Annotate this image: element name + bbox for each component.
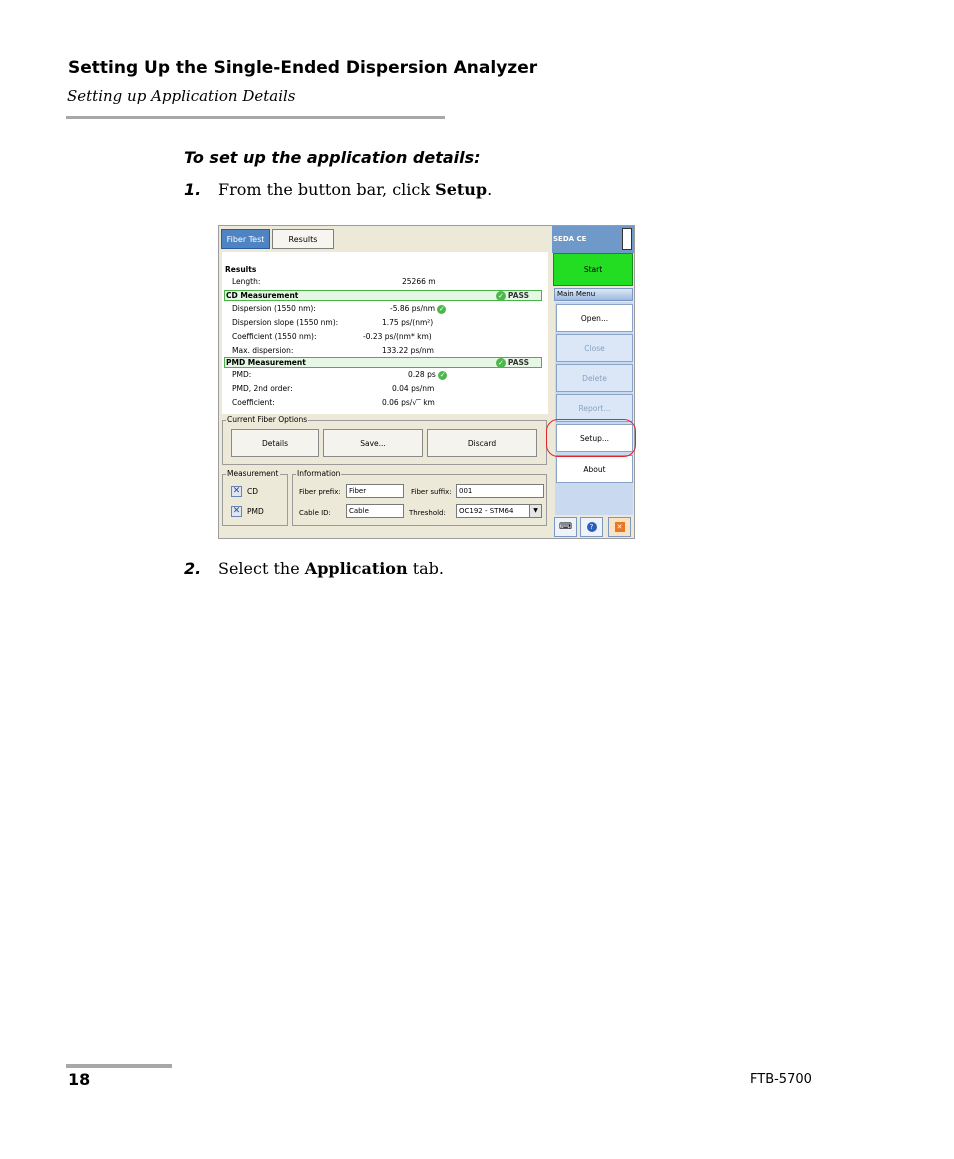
step-text: Select the bbox=[218, 559, 305, 578]
threshold-select[interactable]: OC192 - STM64 ▼ bbox=[456, 504, 542, 518]
delete-button[interactable]: Delete bbox=[556, 364, 633, 392]
step-text-end: . bbox=[487, 180, 493, 199]
about-button[interactable]: About bbox=[556, 455, 633, 483]
pmd-row-label: PMD, 2nd order: bbox=[232, 384, 293, 393]
exit-icon[interactable]: ✕ bbox=[608, 517, 631, 537]
footer-rule bbox=[66, 1064, 172, 1068]
length-value: 25266 m bbox=[402, 277, 436, 286]
pmd-row-value-text: 0.28 ps bbox=[408, 370, 436, 379]
check-icon: ✓ bbox=[437, 304, 447, 314]
product-model: FTB-5700 bbox=[750, 1072, 812, 1087]
tab-fiber-test[interactable]: Fiber Test bbox=[221, 229, 270, 249]
threshold-label: Threshold: bbox=[409, 509, 446, 517]
cd-row-value: 133.22 ps/nm bbox=[382, 346, 434, 355]
fiber-suffix-label: Fiber suffix: bbox=[411, 488, 452, 496]
pmd-row-label: Coefficient: bbox=[232, 398, 275, 407]
pmd-row-value: 0.28 ps ✓ bbox=[408, 370, 449, 380]
cable-id-input[interactable]: Cable bbox=[346, 504, 404, 518]
pmd-row-value: 0.04 ps/nm bbox=[392, 384, 435, 393]
start-button[interactable]: Start bbox=[553, 253, 633, 286]
step-number: 2. bbox=[184, 559, 202, 578]
step-bold: Application bbox=[304, 559, 408, 578]
details-button[interactable]: Details bbox=[231, 429, 319, 457]
step-2: 2. bbox=[184, 559, 201, 578]
cd-checkbox-label: CD bbox=[247, 487, 259, 496]
cd-row-value: -0.23 ps/(nm* km) bbox=[363, 332, 432, 341]
chevron-down-icon[interactable]: ▼ bbox=[529, 505, 541, 517]
step-1: 1. bbox=[184, 180, 201, 199]
results-title: Results bbox=[225, 265, 257, 274]
pmd-checkbox-label: PMD bbox=[247, 507, 264, 516]
cd-checkbox[interactable]: ✕ bbox=[231, 486, 242, 497]
information-group: Information Fiber prefix: Fiber Fiber su… bbox=[292, 469, 547, 526]
pmd-measurement-bar: PMD Measurement ✓ PASS bbox=[224, 357, 542, 368]
information-label: Information bbox=[296, 469, 342, 478]
check-icon: ✓ bbox=[438, 370, 448, 380]
main-menu-header: Main Menu bbox=[554, 288, 633, 301]
pmd-row-label: PMD: bbox=[232, 370, 252, 379]
cd-row-label: Dispersion (1550 nm): bbox=[232, 304, 316, 313]
measurement-group: Measurement ✕ CD ✕ PMD bbox=[222, 469, 288, 526]
pmd-title: PMD Measurement bbox=[226, 358, 306, 367]
fiber-prefix-label: Fiber prefix: bbox=[299, 488, 341, 496]
app-header: SEDA CE bbox=[552, 226, 634, 253]
cd-row-value: -5.86 ps/nm ✓ bbox=[390, 304, 448, 314]
threshold-value: OC192 - STM64 bbox=[459, 507, 514, 515]
length-label: Length: bbox=[232, 277, 261, 286]
cable-id-label: Cable ID: bbox=[299, 509, 331, 517]
pmd-status: ✓ PASS bbox=[495, 358, 529, 368]
pmd-checkbox[interactable]: ✕ bbox=[231, 506, 242, 517]
check-icon: ✓ bbox=[495, 291, 506, 301]
save-button[interactable]: Save... bbox=[323, 429, 423, 457]
setup-highlight-ring bbox=[546, 419, 636, 457]
procedure-heading: To set up the application details: bbox=[184, 148, 481, 167]
cd-row-label: Coefficient (1550 nm): bbox=[232, 332, 317, 341]
fiber-prefix-input[interactable]: Fiber bbox=[346, 484, 404, 498]
pmd-status-text: PASS bbox=[507, 358, 529, 367]
step-text: From the button bar, click bbox=[218, 180, 436, 199]
device-icon bbox=[622, 228, 632, 250]
pmd-row-value: 0.06 ps/√‾ km bbox=[382, 398, 435, 407]
section-title: Setting Up the Single-Ended Dispersion A… bbox=[68, 58, 538, 78]
cd-title: CD Measurement bbox=[226, 291, 299, 300]
measurement-label: Measurement bbox=[226, 469, 280, 478]
step-1-text: From the button bar, click Setup. bbox=[218, 180, 492, 199]
fiber-options-group: Current Fiber Options Details Save... Di… bbox=[222, 415, 547, 465]
step-bold: Setup bbox=[435, 180, 488, 199]
app-name: SEDA CE bbox=[553, 235, 587, 243]
app-screenshot: Fiber Test Results Results Length: 25266… bbox=[218, 225, 636, 539]
keyboard-icon[interactable]: ⌨ bbox=[554, 517, 577, 537]
results-pane: Results Length: 25266 m CD Measurement ✓… bbox=[222, 252, 548, 414]
step-text-end: tab. bbox=[407, 559, 444, 578]
step-number: 1. bbox=[184, 180, 202, 199]
step-2-text: Select the Application tab. bbox=[218, 559, 444, 578]
cd-status: ✓ PASS bbox=[495, 291, 529, 301]
fiber-options-label: Current Fiber Options bbox=[226, 415, 309, 424]
fiber-suffix-input[interactable]: 001 bbox=[456, 484, 544, 498]
section-subtitle: Setting up Application Details bbox=[67, 87, 296, 105]
cd-row-value-text: -5.86 ps/nm bbox=[390, 304, 436, 313]
cd-measurement-bar: CD Measurement ✓ PASS bbox=[224, 290, 542, 301]
close-button[interactable]: Close bbox=[556, 334, 633, 362]
discard-button[interactable]: Discard bbox=[427, 429, 537, 457]
tab-results[interactable]: Results bbox=[272, 229, 334, 249]
cd-row-value: 1.75 ps/(nm²) bbox=[382, 318, 434, 327]
open-button[interactable]: Open... bbox=[556, 304, 633, 332]
page-number: 18 bbox=[68, 1070, 91, 1089]
cd-row-label: Dispersion slope (1550 nm): bbox=[232, 318, 339, 327]
check-icon: ✓ bbox=[495, 358, 506, 368]
report-button[interactable]: Report... bbox=[556, 394, 633, 422]
header-rule bbox=[66, 116, 445, 119]
cd-status-text: PASS bbox=[507, 291, 529, 300]
cd-row-label: Max. dispersion: bbox=[232, 346, 294, 355]
help-icon[interactable]: ? bbox=[580, 517, 603, 537]
